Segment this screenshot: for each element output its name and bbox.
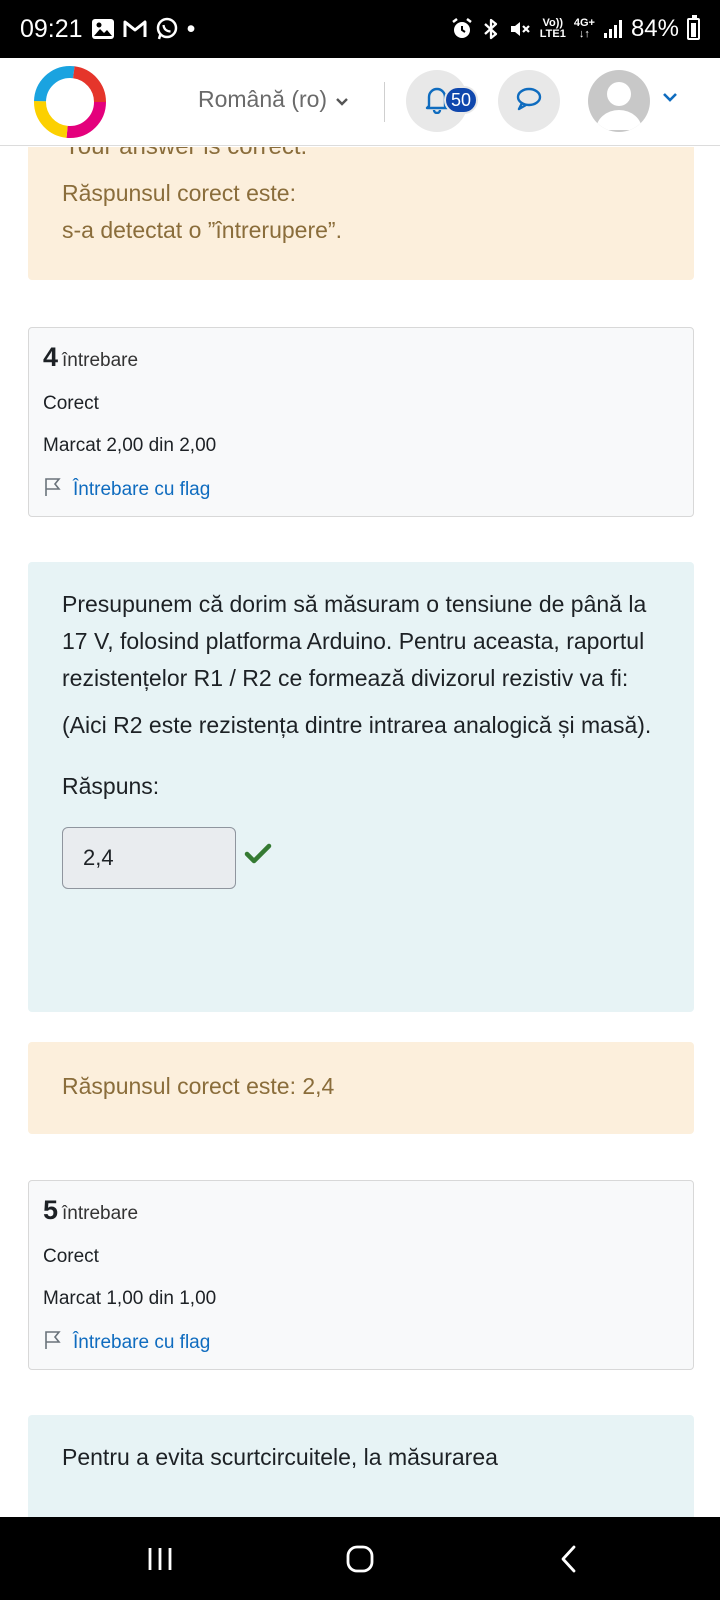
q4-feedback-text: Răspunsul corect este: 2,4 xyxy=(62,1073,335,1099)
q4-flag-link[interactable]: Întrebare cu flag xyxy=(43,477,679,503)
correct-check-icon xyxy=(244,840,272,877)
messages-button[interactable] xyxy=(498,70,560,132)
back-button[interactable] xyxy=(550,1539,590,1579)
language-selector[interactable]: Română (ro) xyxy=(198,86,349,113)
q4-answer-label: Răspuns: xyxy=(62,773,160,799)
chat-bubble-icon xyxy=(514,84,544,119)
mute-icon xyxy=(508,17,532,41)
clock: 09:21 xyxy=(20,14,83,43)
language-label: Română (ro) xyxy=(198,86,328,112)
gmail-icon xyxy=(123,19,147,39)
q5-flag-label: Întrebare cu flag xyxy=(73,1332,211,1353)
q5-text-start: Pentru a evita scurtcircuitele, la măsur… xyxy=(62,1444,498,1470)
q5-mark: Marcat 1,00 din 1,00 xyxy=(43,1288,217,1309)
q3-feedback-line1: Răspunsul corect este: xyxy=(62,180,296,206)
flag-icon xyxy=(43,1330,63,1356)
q4-info-box: 4 întrebare Corect Marcat 2,00 din 2,00 Î… xyxy=(28,327,694,517)
site-logo[interactable] xyxy=(34,66,106,138)
q5-question-text: Pentru a evita scurtcircuitele, la măsur… xyxy=(28,1415,694,1517)
signal-icon xyxy=(603,19,623,39)
user-avatar[interactable] xyxy=(588,70,650,132)
app-header: Română (ro) 50 xyxy=(0,58,720,146)
system-nav-bar xyxy=(0,1517,720,1600)
quiz-review-content: Răspunsul corect este: s-a detectat o ”î… xyxy=(0,147,720,1517)
q5-number: 5 întrebare xyxy=(43,1195,139,1225)
q4-question-text: Presupunem că dorim să măsuram o tensiun… xyxy=(28,562,694,1012)
q4-flag-label: Întrebare cu flag xyxy=(73,479,211,500)
network-type-indicator: 4G+ ↓↑ xyxy=(573,17,595,40)
q4-text-paragraph-2: (Aici R2 este rezistența dintre intrarea… xyxy=(62,712,652,738)
correct-answer-message: Your answer is correct. xyxy=(64,147,307,161)
notifications-button[interactable]: 50 xyxy=(406,70,478,132)
q3-feedback: Răspunsul corect este: s-a detectat o ”î… xyxy=(28,147,694,280)
home-button[interactable] xyxy=(340,1539,380,1579)
q5-status: Corect xyxy=(43,1246,99,1267)
recent-apps-button[interactable] xyxy=(140,1539,180,1579)
status-bar: 09:21 • Vo)) LTE1 4G+ ↓↑ 84% xyxy=(0,0,720,58)
q4-answer-input[interactable] xyxy=(62,827,236,889)
gallery-notification-icon xyxy=(91,18,115,40)
more-notifications-dot: • xyxy=(186,14,196,43)
chevron-down-icon xyxy=(335,86,349,113)
flag-icon xyxy=(43,477,63,503)
battery-percent: 84% xyxy=(630,15,679,42)
q4-text-paragraph-1: Presupunem că dorim să măsuram o tensiun… xyxy=(62,591,647,691)
q4-mark: Marcat 2,00 din 2,00 xyxy=(43,435,217,456)
header-divider xyxy=(384,82,385,122)
q4-feedback: Răspunsul corect este: 2,4 xyxy=(28,1042,694,1134)
volte-indicator: Vo)) LTE1 xyxy=(539,17,566,40)
whatsapp-icon xyxy=(155,17,179,41)
q5-info-box: 5 întrebare Corect Marcat 1,00 din 1,00 Î… xyxy=(28,1180,694,1370)
q4-status: Corect xyxy=(43,393,99,414)
q4-number: 4 întrebare xyxy=(43,342,139,372)
user-menu-chevron-icon[interactable] xyxy=(662,90,678,108)
battery-icon xyxy=(687,15,700,40)
q5-flag-link[interactable]: Întrebare cu flag xyxy=(43,1330,679,1356)
q3-feedback-line2: s-a detectat o ”întrerupere”. xyxy=(62,217,342,243)
alarm-icon xyxy=(450,17,474,41)
notification-count-badge: 50 xyxy=(443,86,478,114)
bluetooth-icon xyxy=(482,17,500,41)
